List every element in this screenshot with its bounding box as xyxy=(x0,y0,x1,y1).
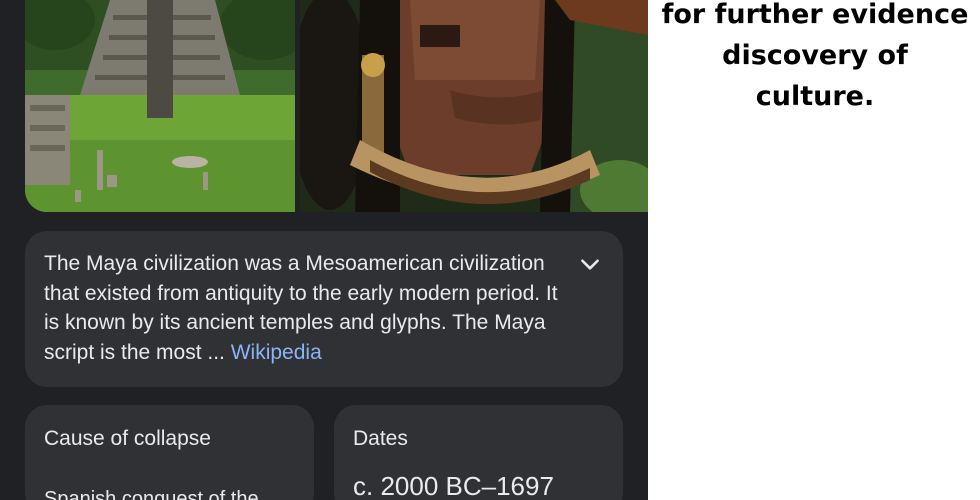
pyramid-illustration xyxy=(25,0,295,212)
maya-pyramid-image[interactable] xyxy=(25,0,295,212)
fact-card-dates[interactable]: Dates c. 2000 BC–1697 xyxy=(334,405,623,500)
search-result-panel: The Maya civilization was a Mesoamerican… xyxy=(0,0,648,500)
fact-value: c. 2000 BC–1697 xyxy=(353,471,554,500)
summary-text: The Maya civilization was a Mesoamerican… xyxy=(44,249,574,367)
chevron-down-icon[interactable] xyxy=(577,251,603,277)
fact-card-cause-of-collapse[interactable]: Cause of collapse Spanish conquest of th… xyxy=(25,405,314,500)
caption-text: for further evidence discovery of cultur… xyxy=(650,0,980,117)
caption-line: discovery of xyxy=(722,40,908,71)
fact-label: Dates xyxy=(353,427,408,450)
person-illustration xyxy=(300,0,648,212)
summary-card[interactable]: The Maya civilization was a Mesoamerican… xyxy=(25,231,623,387)
maya-person-image[interactable] xyxy=(300,0,648,212)
caption-line: for further evidence xyxy=(661,0,969,30)
fact-label: Cause of collapse xyxy=(44,427,211,450)
fact-value: Spanish conquest of the xyxy=(44,488,259,500)
caption-line: culture. xyxy=(755,81,875,112)
wikipedia-link[interactable]: Wikipedia xyxy=(231,341,322,364)
